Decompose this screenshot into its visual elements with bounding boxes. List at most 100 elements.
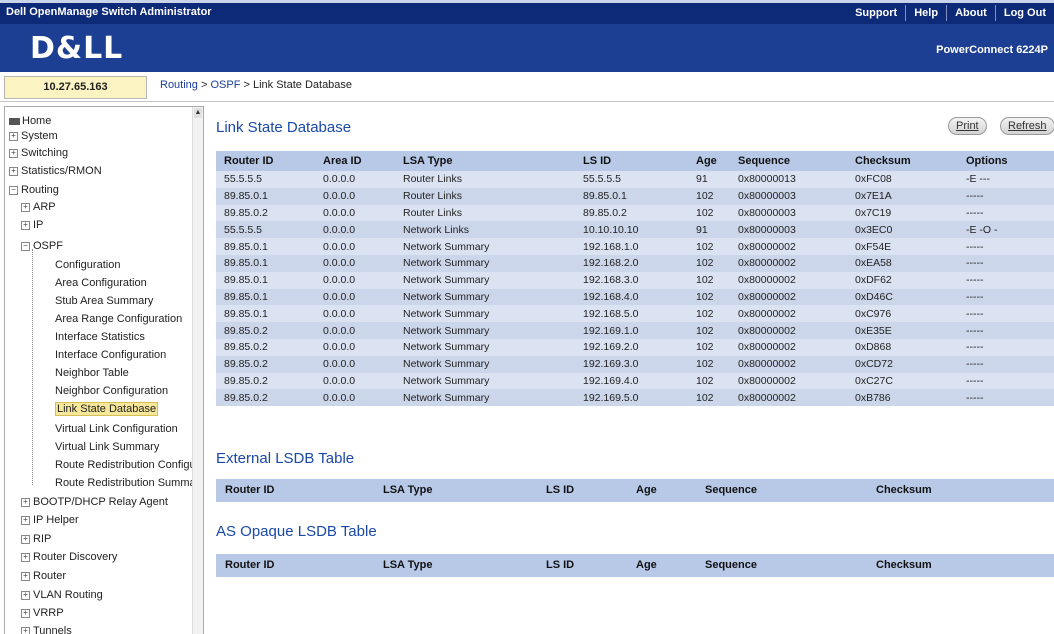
- sidebar-item[interactable]: Neighbor Table: [55, 365, 129, 381]
- sidebar-item-label: ARP: [33, 201, 56, 213]
- table-cell: 0x80000002: [730, 355, 847, 373]
- breadcrumb-ospf[interactable]: OSPF: [210, 79, 240, 91]
- table-row: 89.85.0.1 0.0.0.0 Network Summary 192.168.5…: [216, 305, 1054, 323]
- table-cell: 0x7C19: [847, 204, 958, 222]
- breadcrumb-routing[interactable]: Routing: [160, 79, 198, 91]
- table-cell: -E -O -: [958, 221, 1054, 239]
- sidebar-item-label: Tunnels: [33, 625, 72, 634]
- table-cell: -E ---: [958, 171, 1054, 188]
- sidebar-item[interactable]: Stub Area Summary: [55, 293, 153, 309]
- page-title: Link State Database: [216, 119, 352, 136]
- table-cell: -----: [958, 271, 1054, 289]
- sidebar-item[interactable]: + Router: [21, 568, 66, 584]
- sidebar-item[interactable]: Area Range Configuration: [55, 311, 182, 327]
- table-cell: 0.0.0.0: [315, 355, 395, 373]
- main-content: Link State Database Print Refresh Router…: [205, 102, 1054, 634]
- sidebar-item[interactable]: + Switching: [9, 145, 68, 161]
- expand-icon[interactable]: +: [9, 148, 18, 158]
- table-cell: 0xC27C: [847, 372, 958, 390]
- sidebar-item[interactable]: + IP: [21, 217, 43, 233]
- expand-icon[interactable]: +: [21, 571, 30, 581]
- column-header: Area ID: [315, 151, 395, 171]
- table-cell: 89.85.0.1: [216, 238, 315, 255]
- sidebar-item[interactable]: + RIP: [21, 531, 51, 547]
- breadcrumb: Routing > OSPF > Link State Database: [160, 79, 352, 91]
- sidebar-item[interactable]: Route Redistribution Configu: [55, 457, 196, 473]
- collapse-icon[interactable]: −: [9, 185, 18, 195]
- sidebar-item-label: IP: [33, 219, 44, 231]
- table-cell: 102: [688, 372, 730, 390]
- sidebar-item[interactable]: + IP Helper: [21, 512, 79, 528]
- table-cell: 0xCD72: [847, 355, 958, 373]
- table-cell: Router Links: [395, 204, 575, 222]
- expand-icon[interactable]: +: [21, 608, 30, 618]
- sidebar-item[interactable]: Home: [9, 113, 51, 129]
- sidebar-item[interactable]: + ARP: [21, 199, 56, 215]
- expand-icon[interactable]: +: [21, 497, 30, 507]
- sidebar-item[interactable]: Neighbor Configuration: [55, 383, 168, 399]
- table-cell: 55.5.5.5: [575, 171, 688, 188]
- table-cell: -----: [958, 372, 1054, 390]
- expand-icon[interactable]: +: [21, 515, 30, 525]
- sidebar-item[interactable]: + BOOTP/DHCP Relay Agent: [21, 494, 168, 510]
- table-cell: 192.169.1.0: [575, 322, 688, 339]
- table-cell: 55.5.5.5: [216, 221, 315, 239]
- expand-icon[interactable]: +: [9, 166, 18, 176]
- table-cell: 102: [688, 288, 730, 306]
- expand-icon[interactable]: +: [21, 202, 30, 212]
- table-cell: Router Links: [395, 187, 575, 205]
- sidebar-item[interactable]: Interface Configuration: [55, 347, 166, 363]
- sidebar-item[interactable]: − OSPF: [21, 238, 63, 254]
- table-cell: 0xFC08: [847, 171, 958, 188]
- lsdb-table: Router ID Area ID LSA Type LS ID Age Sequence…: [216, 151, 1054, 407]
- table-cell: 0x80000002: [730, 271, 847, 289]
- logout-link[interactable]: Log Out: [994, 5, 1054, 21]
- table-cell: 89.85.0.1: [216, 288, 315, 306]
- sidebar-item[interactable]: + VRRP: [21, 605, 64, 621]
- sidebar-item[interactable]: + System: [9, 128, 58, 144]
- table-cell: 102: [688, 204, 730, 222]
- table-cell: 102: [688, 389, 730, 407]
- sidebar-item[interactable]: + Statistics/RMON: [9, 163, 102, 179]
- print-button[interactable]: Print: [948, 117, 987, 135]
- expand-icon[interactable]: +: [21, 552, 30, 562]
- table-cell: 89.85.0.2: [216, 355, 315, 373]
- help-link[interactable]: Help: [905, 5, 946, 21]
- sidebar-item[interactable]: + Tunnels: [21, 623, 72, 634]
- table-cell: 89.85.0.2: [216, 338, 315, 356]
- sidebar-item[interactable]: Route Redistribution Summa: [55, 475, 196, 491]
- sidebar-item[interactable]: Area Configuration: [55, 275, 147, 291]
- scroll-up-icon[interactable]: ▲: [194, 108, 202, 118]
- expand-icon[interactable]: +: [9, 131, 18, 141]
- column-header: Router ID: [216, 151, 315, 171]
- column-header: Options: [958, 151, 1054, 171]
- collapse-icon[interactable]: −: [21, 241, 30, 251]
- sidebar-item[interactable]: Virtual Link Configuration: [55, 421, 178, 437]
- sidebar-item[interactable]: Configuration: [55, 257, 120, 273]
- column-header: Age: [636, 484, 657, 496]
- expand-icon[interactable]: +: [21, 534, 30, 544]
- table-cell: 0.0.0.0: [315, 322, 395, 339]
- sidebar-item[interactable]: + VLAN Routing: [21, 587, 103, 603]
- support-link[interactable]: Support: [847, 5, 905, 21]
- expand-icon[interactable]: +: [21, 220, 30, 230]
- tree-line: [32, 249, 33, 485]
- sidebar-item-label: OSPF: [33, 240, 63, 252]
- column-header: Age: [688, 151, 730, 171]
- expand-icon[interactable]: +: [21, 626, 30, 634]
- expand-icon[interactable]: +: [21, 590, 30, 600]
- sidebar-item[interactable]: − Routing: [9, 182, 59, 198]
- refresh-button[interactable]: Refresh: [1000, 117, 1054, 135]
- table-row: 55.5.5.5 0.0.0.0 Router Links 55.5.5.5 91 0x8…: [216, 171, 1054, 188]
- table-cell: Network Summary: [395, 389, 575, 407]
- sidebar-item[interactable]: Link State Database: [55, 401, 159, 417]
- about-link[interactable]: About: [946, 5, 995, 21]
- table-row: 55.5.5.5 0.0.0.0 Network Links 10.10.10.10 9…: [216, 221, 1054, 239]
- scrollbar[interactable]: ▲: [192, 107, 203, 634]
- table-cell: -----: [958, 355, 1054, 373]
- sidebar-item[interactable]: + Router Discovery: [21, 549, 117, 565]
- sidebar-item[interactable]: Virtual Link Summary: [55, 439, 159, 455]
- table-cell: 0xDF62: [847, 271, 958, 289]
- table-cell: 89.85.0.1: [216, 254, 315, 272]
- sidebar-item[interactable]: Interface Statistics: [55, 329, 145, 345]
